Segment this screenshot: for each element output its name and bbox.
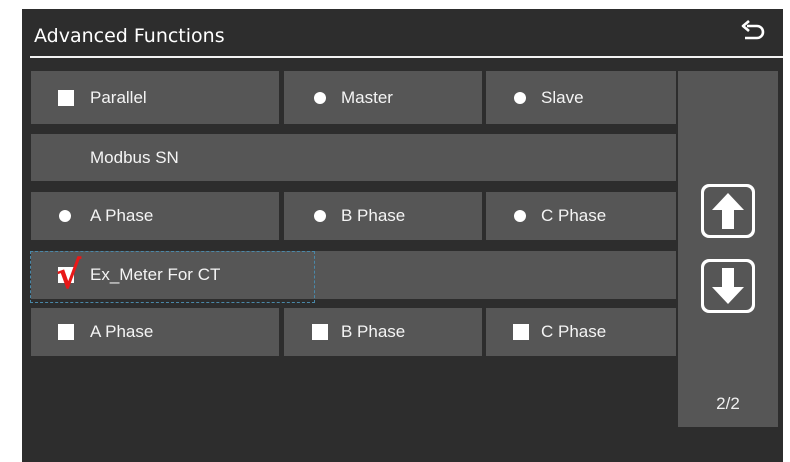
modbus-sn-button[interactable]: Modbus SN	[31, 134, 676, 181]
a-phase-label: A Phase	[90, 322, 154, 341]
ex-meter-for-ct-checkbox[interactable]: √ Ex_Meter For CT	[31, 251, 676, 299]
back-button[interactable]	[738, 19, 768, 49]
a-phase-checkbox[interactable]: A Phase	[31, 308, 279, 356]
advanced-functions-screen: Advanced Functions Parallel Master Slave…	[22, 9, 783, 462]
ex-meter-label: Ex_Meter For CT	[90, 265, 221, 284]
b-phase-label: B Phase	[341, 322, 406, 341]
title-divider	[30, 56, 783, 58]
c-phase-label: C Phase	[541, 206, 607, 225]
checkbox-box	[513, 324, 529, 340]
slave-label: Slave	[541, 87, 584, 107]
a-phase-label: A Phase	[90, 206, 154, 225]
page-title: Advanced Functions	[34, 25, 225, 47]
radio-dot	[314, 210, 326, 222]
a-phase-radio[interactable]: A Phase	[31, 192, 279, 240]
arrow-down-icon	[712, 268, 744, 304]
c-phase-radio[interactable]: C Phase	[486, 192, 676, 240]
checkbox-box	[58, 324, 74, 340]
radio-dot	[59, 210, 71, 222]
back-arrow-icon	[741, 20, 765, 40]
c-phase-checkbox[interactable]: C Phase	[486, 308, 676, 356]
b-phase-label: B Phase	[341, 206, 406, 225]
radio-dot	[514, 91, 526, 104]
parallel-checkbox[interactable]: Parallel	[31, 71, 279, 124]
page-down-button[interactable]	[701, 259, 755, 313]
slave-radio[interactable]: Slave	[486, 71, 676, 124]
page-up-button[interactable]	[701, 184, 755, 238]
modbus-sn-label: Modbus SN	[90, 147, 179, 167]
checkbox-box	[58, 89, 74, 106]
b-phase-checkbox[interactable]: B Phase	[284, 308, 482, 356]
master-label: Master	[341, 87, 393, 107]
check-mark-icon: √	[56, 253, 82, 297]
radio-dot	[314, 91, 326, 104]
checkbox-box	[312, 324, 328, 340]
page-indicator: 2/2	[716, 394, 740, 413]
b-phase-radio[interactable]: B Phase	[284, 192, 482, 240]
radio-dot	[514, 210, 526, 222]
title-bar: Advanced Functions	[22, 9, 783, 58]
master-radio[interactable]: Master	[284, 71, 482, 124]
c-phase-label: C Phase	[541, 322, 607, 341]
page-nav-panel: 2/2	[678, 71, 778, 427]
parallel-label: Parallel	[90, 87, 147, 107]
arrow-up-icon	[712, 193, 744, 229]
